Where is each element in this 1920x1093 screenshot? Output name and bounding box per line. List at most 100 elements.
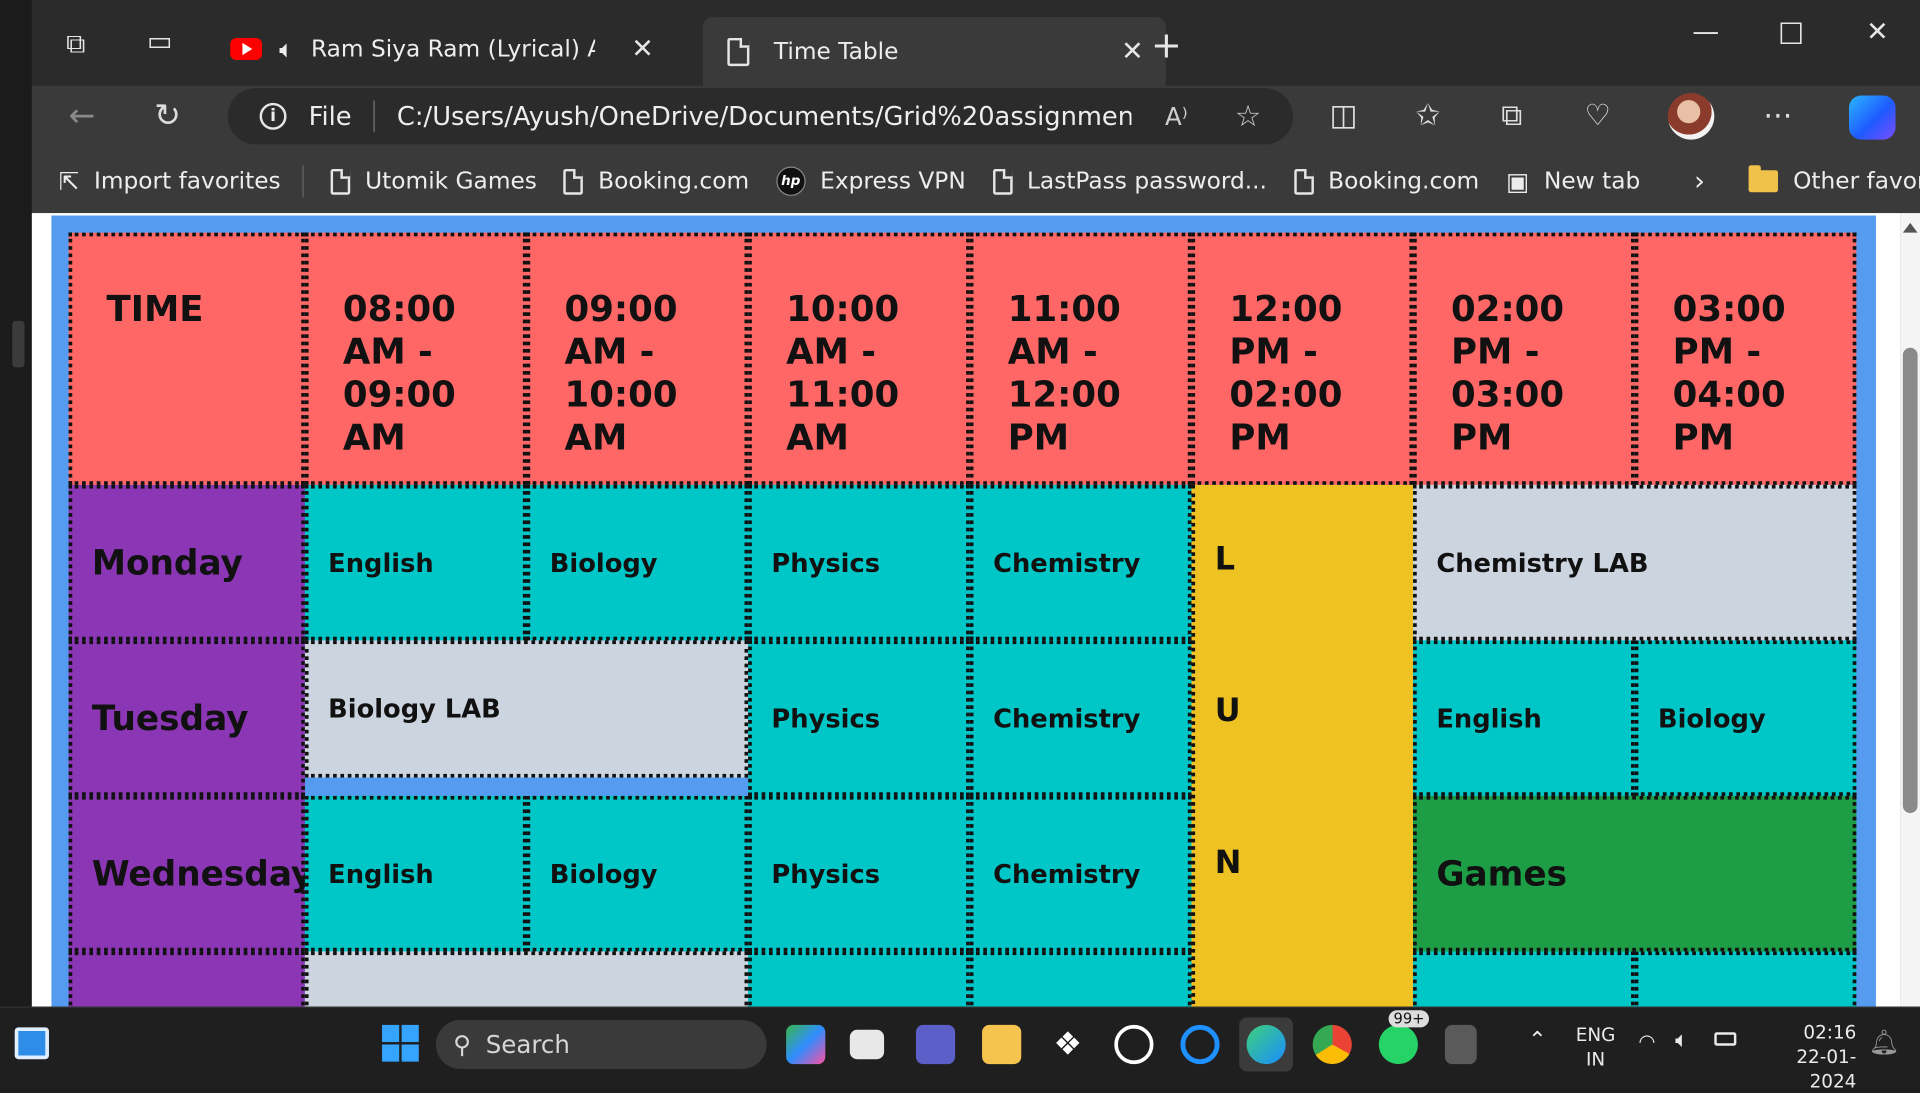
new-tab-icon[interactable]: +	[1151, 24, 1182, 67]
chevron-right-icon[interactable]: ›	[1694, 166, 1705, 197]
favorite-lastpass[interactable]: LastPass password...	[992, 168, 1267, 195]
tab-time-table[interactable]: Time Table ✕	[702, 17, 1166, 86]
task-view-icon[interactable]	[849, 1029, 885, 1060]
url-text[interactable]: C:/Users/Ayush/OneDrive/Documents/Grid%2…	[397, 102, 1132, 131]
language-indicator[interactable]: ENG IN	[1573, 1022, 1617, 1071]
more-menu-icon[interactable]: ⋯	[1763, 98, 1792, 132]
speaker-icon[interactable]: 🔈︎	[279, 34, 294, 63]
split-screen-icon[interactable]: ◫	[1330, 98, 1358, 132]
info-icon[interactable]: i	[259, 102, 287, 130]
battery-icon[interactable]	[1714, 1032, 1737, 1046]
page-icon	[727, 37, 750, 66]
subject-cell: Physics	[748, 795, 970, 952]
page-viewport: TIME 08:00 AM - 09:00 AM 09:00 AM - 10:0…	[31, 213, 1901, 1007]
tab-strip: ⧉ ▭ 🔈︎ Ram Siya Ram (Lyrical) Adip ✕ Tim…	[31, 0, 1920, 86]
collections-icon[interactable]: ⧉	[1501, 98, 1522, 132]
folder-icon	[1748, 165, 1779, 193]
toolbar: ← ↻ i File C:/Users/Ayush/OneDrive/Docum…	[31, 85, 1920, 150]
lunch-letter: U	[1214, 693, 1241, 730]
header-slot: 11:00 AM - 12:00 PM	[969, 232, 1192, 485]
header-slot: 02:00 PM - 03:00 PM	[1413, 232, 1635, 485]
subject-cell-partial	[748, 951, 970, 1007]
search-placeholder: Search	[485, 1029, 570, 1060]
tab-youtube[interactable]: 🔈︎ Ram Siya Ram (Lyrical) Adip ✕	[213, 17, 676, 81]
taskbar: ⚲ Search ❖ 99+ ⌃ ENG IN ◠ 🔈︎ 02:16 22-01…	[0, 1006, 1920, 1092]
header-slot: 08:00 AM - 09:00 AM	[304, 232, 527, 485]
lunch-letter: L	[1214, 541, 1236, 578]
close-window-icon[interactable]: ✕	[1866, 17, 1889, 48]
close-tab-icon[interactable]: ✕	[631, 34, 654, 65]
scheme-label: File	[308, 101, 352, 132]
teams-icon[interactable]	[915, 1024, 956, 1065]
chrome-icon[interactable]	[1312, 1024, 1352, 1065]
workspaces-icon[interactable]: ⧉	[66, 29, 85, 60]
lab-cell: Chemistry LAB	[1413, 484, 1857, 641]
chatgpt-icon[interactable]	[1114, 1024, 1154, 1065]
start-icon[interactable]	[382, 1024, 419, 1062]
other-favorites[interactable]: Other favorites	[1748, 165, 1920, 195]
subject-cell-partial	[1634, 951, 1857, 1007]
favorite-import[interactable]: ⇱ Import favorites	[58, 165, 304, 198]
favorite-booking-2[interactable]: Booking.com	[1293, 167, 1480, 195]
vertical-scrollbar[interactable]	[1900, 213, 1920, 1007]
calculator-icon[interactable]	[1444, 1024, 1477, 1065]
scroll-thumb[interactable]	[1902, 347, 1918, 814]
widgets-icon[interactable]	[14, 1027, 49, 1060]
favorite-label: Utomik Games	[365, 167, 537, 195]
edge-icon[interactable]	[1239, 1017, 1294, 1072]
lab-cell: Biology LAB	[304, 640, 749, 778]
region-code: IN	[1585, 1048, 1606, 1071]
close-tab-icon[interactable]: ✕	[1121, 36, 1144, 67]
subject-cell: English	[304, 484, 527, 641]
browser-essentials-icon[interactable]: ♡	[1585, 98, 1611, 132]
maximize-icon[interactable]: ☐	[1778, 17, 1804, 51]
import-icon: ⇱	[58, 166, 80, 196]
tab-title: Ram Siya Ram (Lyrical) Adip	[311, 35, 595, 63]
clock-time: 02:16	[1803, 1021, 1857, 1044]
subject-cell: Biology	[1634, 640, 1857, 796]
scroll-up-arrow-icon[interactable]	[1902, 222, 1918, 233]
background-window-edge	[0, 0, 32, 1007]
favorite-newtab[interactable]: ▣ New tab	[1506, 167, 1640, 196]
timetable-container: TIME 08:00 AM - 09:00 AM 09:00 AM - 10:0…	[51, 215, 1876, 1007]
copilot-icon[interactable]	[1848, 95, 1896, 140]
subject-cell: English	[1413, 640, 1635, 796]
favorite-expressvpn[interactable]: hp Express VPN	[776, 166, 966, 196]
page-icon	[563, 168, 584, 195]
copilot-pre-icon[interactable]	[786, 1024, 826, 1065]
favorite-label: Booking.com	[598, 167, 750, 195]
dropbox-icon[interactable]: ❖	[1048, 1025, 1087, 1064]
hp-icon: hp	[776, 166, 806, 196]
read-aloud-icon[interactable]: A⁾	[1165, 102, 1188, 131]
favorite-utomik[interactable]: Utomik Games	[330, 167, 537, 195]
page-icon	[330, 168, 351, 195]
clock[interactable]: 02:16 22-01-2024	[1753, 1020, 1856, 1093]
games-cell: Games	[1413, 795, 1857, 952]
file-explorer-icon[interactable]	[982, 1024, 1022, 1065]
subject-cell: Chemistry	[969, 640, 1192, 796]
favorites-icon[interactable]: ✩	[1416, 98, 1441, 132]
favorite-booking[interactable]: Booking.com	[563, 167, 750, 195]
header-slot: 12:00 PM - 02:00 PM	[1191, 232, 1414, 485]
profile-avatar[interactable]	[1667, 93, 1715, 140]
taskbar-search[interactable]: ⚲ Search	[435, 1020, 767, 1069]
notification-bell-icon[interactable]: 🔔︎	[1869, 1027, 1900, 1056]
subject-cell: Chemistry	[969, 484, 1192, 641]
favorite-label: Booking.com	[1328, 167, 1480, 195]
volume-icon[interactable]: 🔈︎	[1675, 1027, 1688, 1053]
clock-date: 22-01-2024	[1796, 1045, 1857, 1093]
language-code: ENG	[1575, 1023, 1616, 1046]
subject-cell: English	[304, 795, 527, 952]
chevron-up-icon[interactable]: ⌃	[1528, 1027, 1546, 1053]
whatsapp-icon[interactable]: 99+	[1378, 1010, 1430, 1065]
page-icon	[1293, 168, 1314, 195]
back-icon[interactable]: ←	[69, 98, 96, 135]
favorite-star-icon[interactable]: ☆	[1235, 99, 1261, 133]
lunch-letter: N	[1214, 844, 1242, 882]
address-bar[interactable]: i File C:/Users/Ayush/OneDrive/Documents…	[227, 88, 1294, 145]
vertical-tabs-icon[interactable]: ▭	[147, 27, 172, 58]
minimize-icon[interactable]: —	[1692, 17, 1719, 48]
cortana-icon[interactable]	[1180, 1024, 1220, 1065]
wifi-icon[interactable]: ◠	[1638, 1030, 1655, 1053]
refresh-icon[interactable]: ↻	[154, 98, 181, 135]
